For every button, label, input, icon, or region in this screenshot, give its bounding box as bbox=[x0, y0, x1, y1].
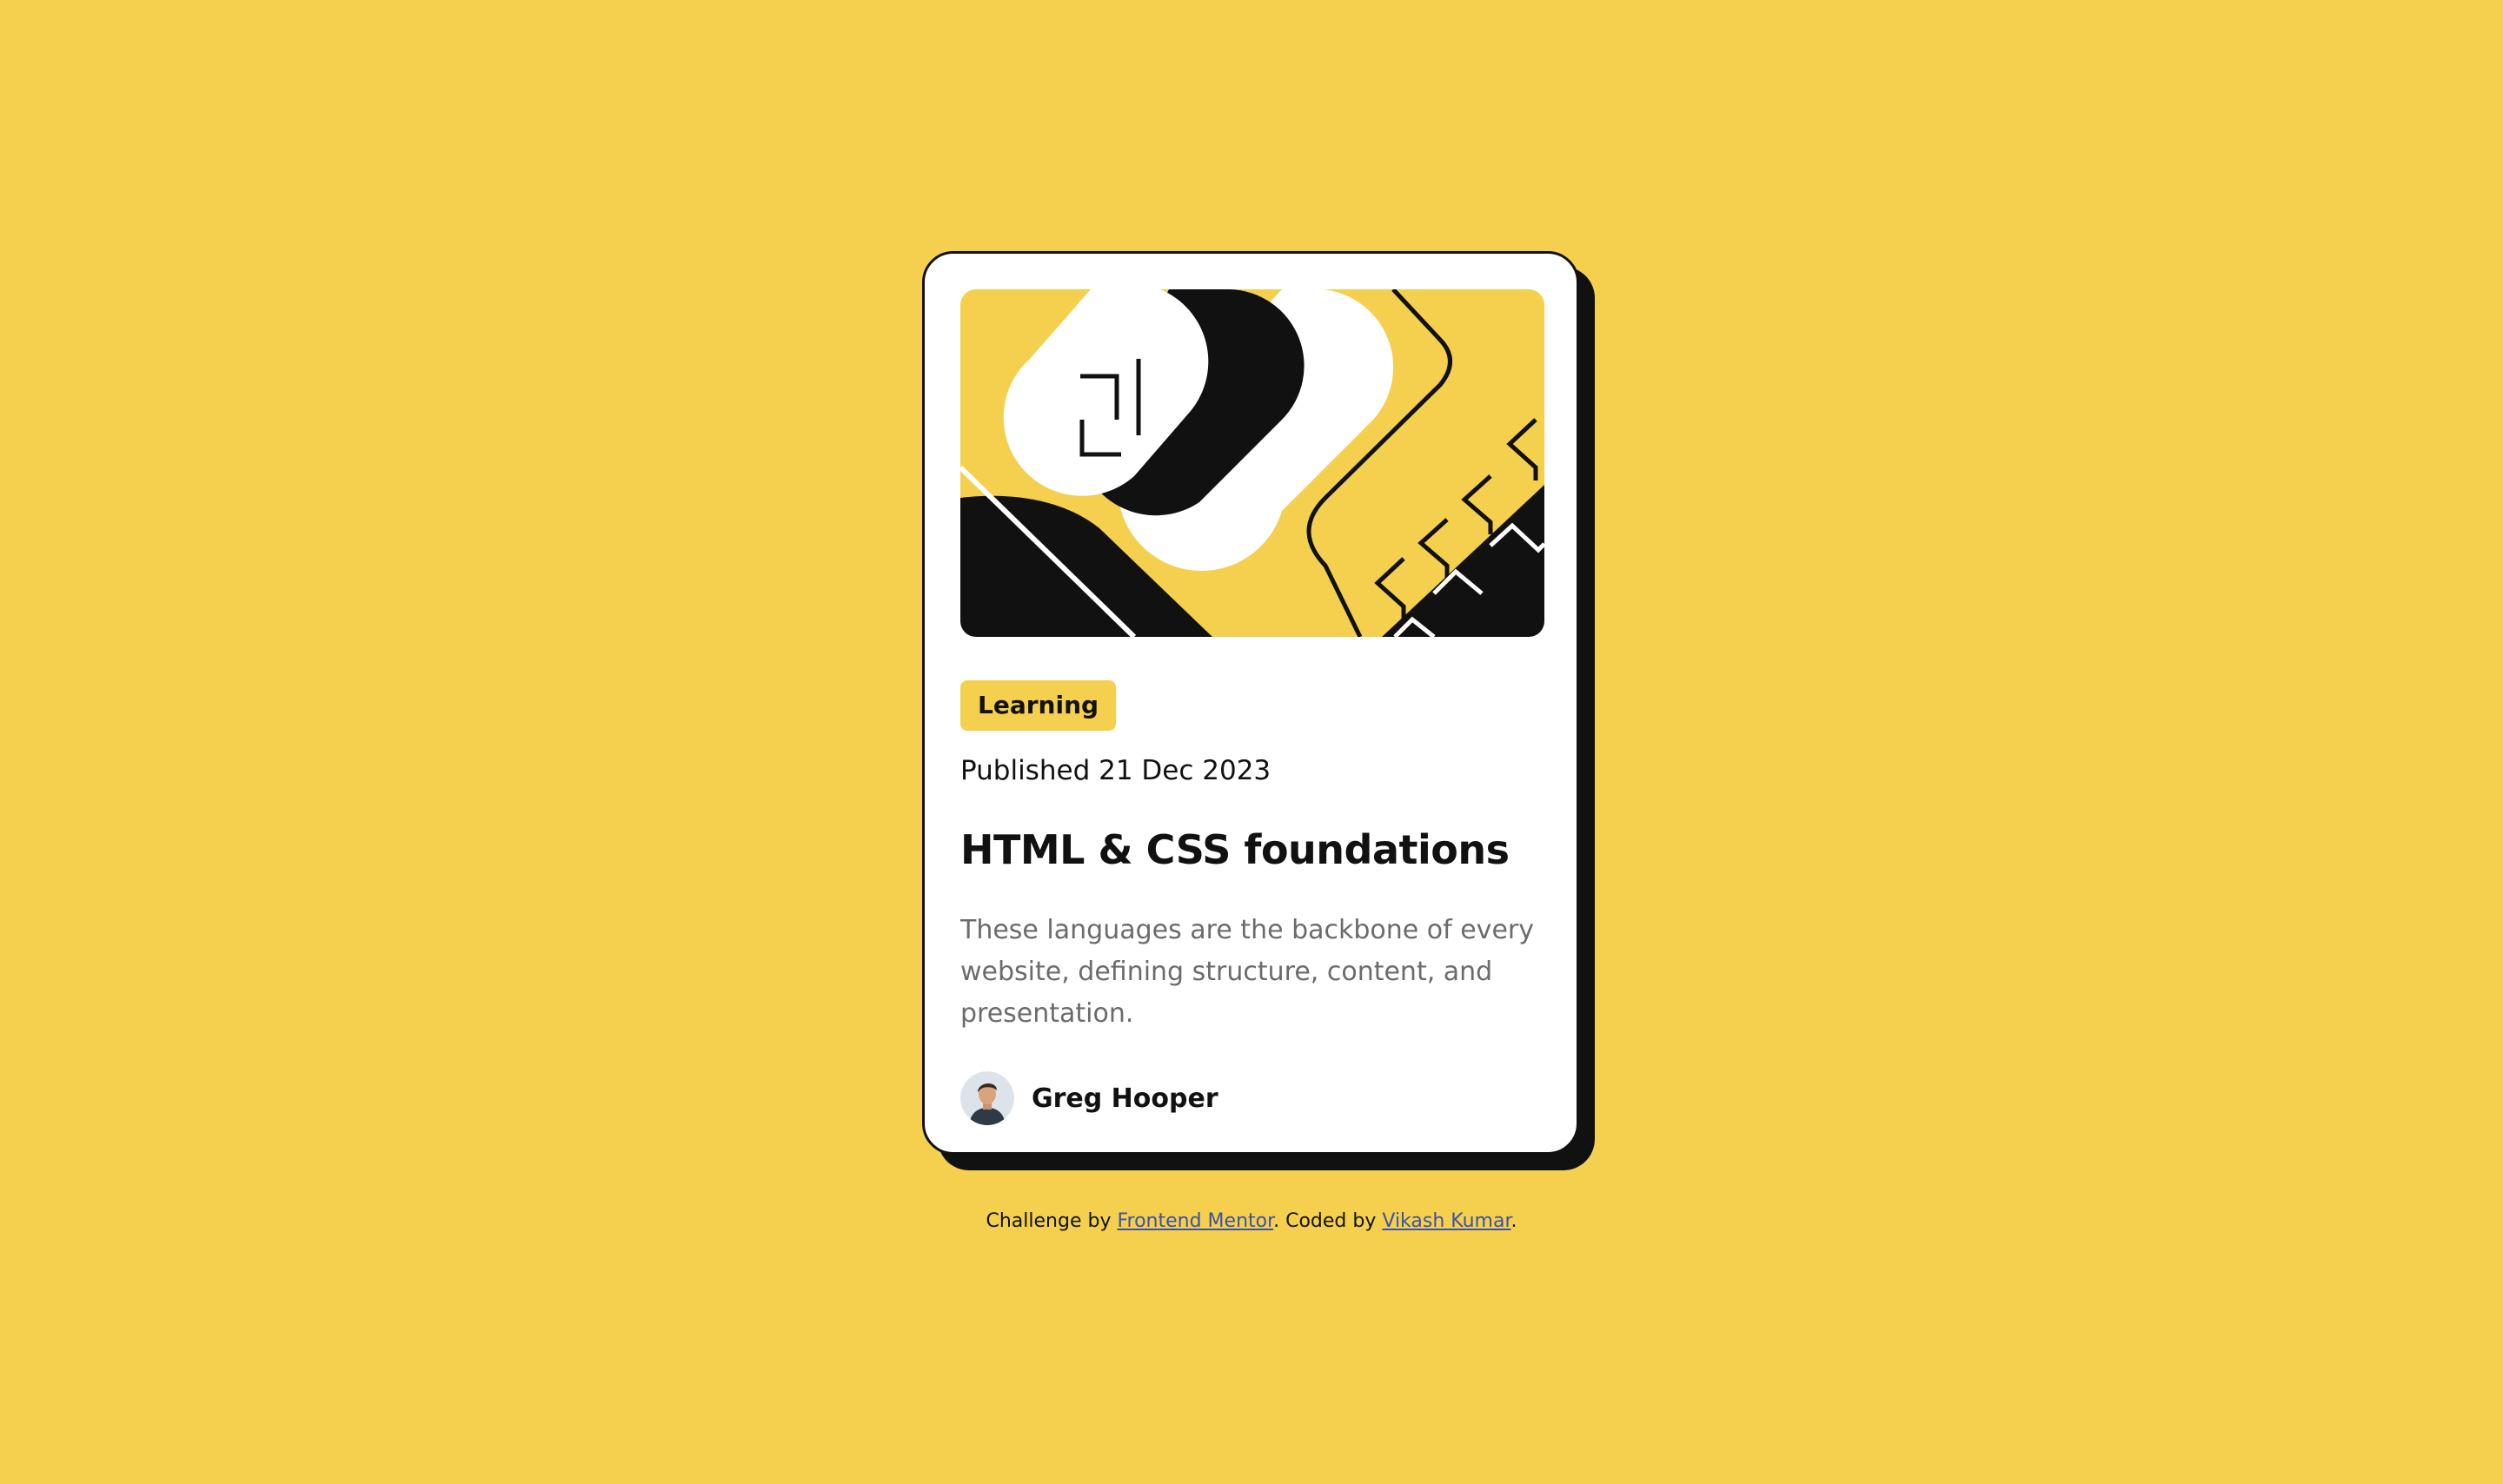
hero-illustration bbox=[960, 289, 1544, 637]
attribution-prefix: Challenge by bbox=[986, 1210, 1118, 1232]
card-description: These languages are the backbone of ever… bbox=[960, 915, 1534, 1029]
attribution: Challenge by Frontend Mentor. Coded by V… bbox=[0, 1208, 2503, 1236]
attribution-suffix: . bbox=[1510, 1210, 1517, 1232]
author-name: Greg Hooper bbox=[1032, 1083, 1218, 1114]
author-link[interactable]: Vikash Kumar bbox=[1382, 1210, 1510, 1232]
author: Greg Hooper bbox=[960, 1071, 1218, 1125]
avatar bbox=[960, 1071, 1014, 1125]
published-date: Published 21 Dec 2023 bbox=[960, 755, 1271, 786]
frontend-mentor-link[interactable]: Frontend Mentor bbox=[1117, 1210, 1273, 1232]
attribution-middle: . Coded by bbox=[1273, 1210, 1383, 1232]
blog-preview-card: Learning Published 21 Dec 2023 HTML & CS… bbox=[922, 251, 1579, 1155]
card-title[interactable]: HTML & CSS foundations bbox=[960, 822, 1510, 878]
category-tag: Learning bbox=[960, 680, 1117, 731]
